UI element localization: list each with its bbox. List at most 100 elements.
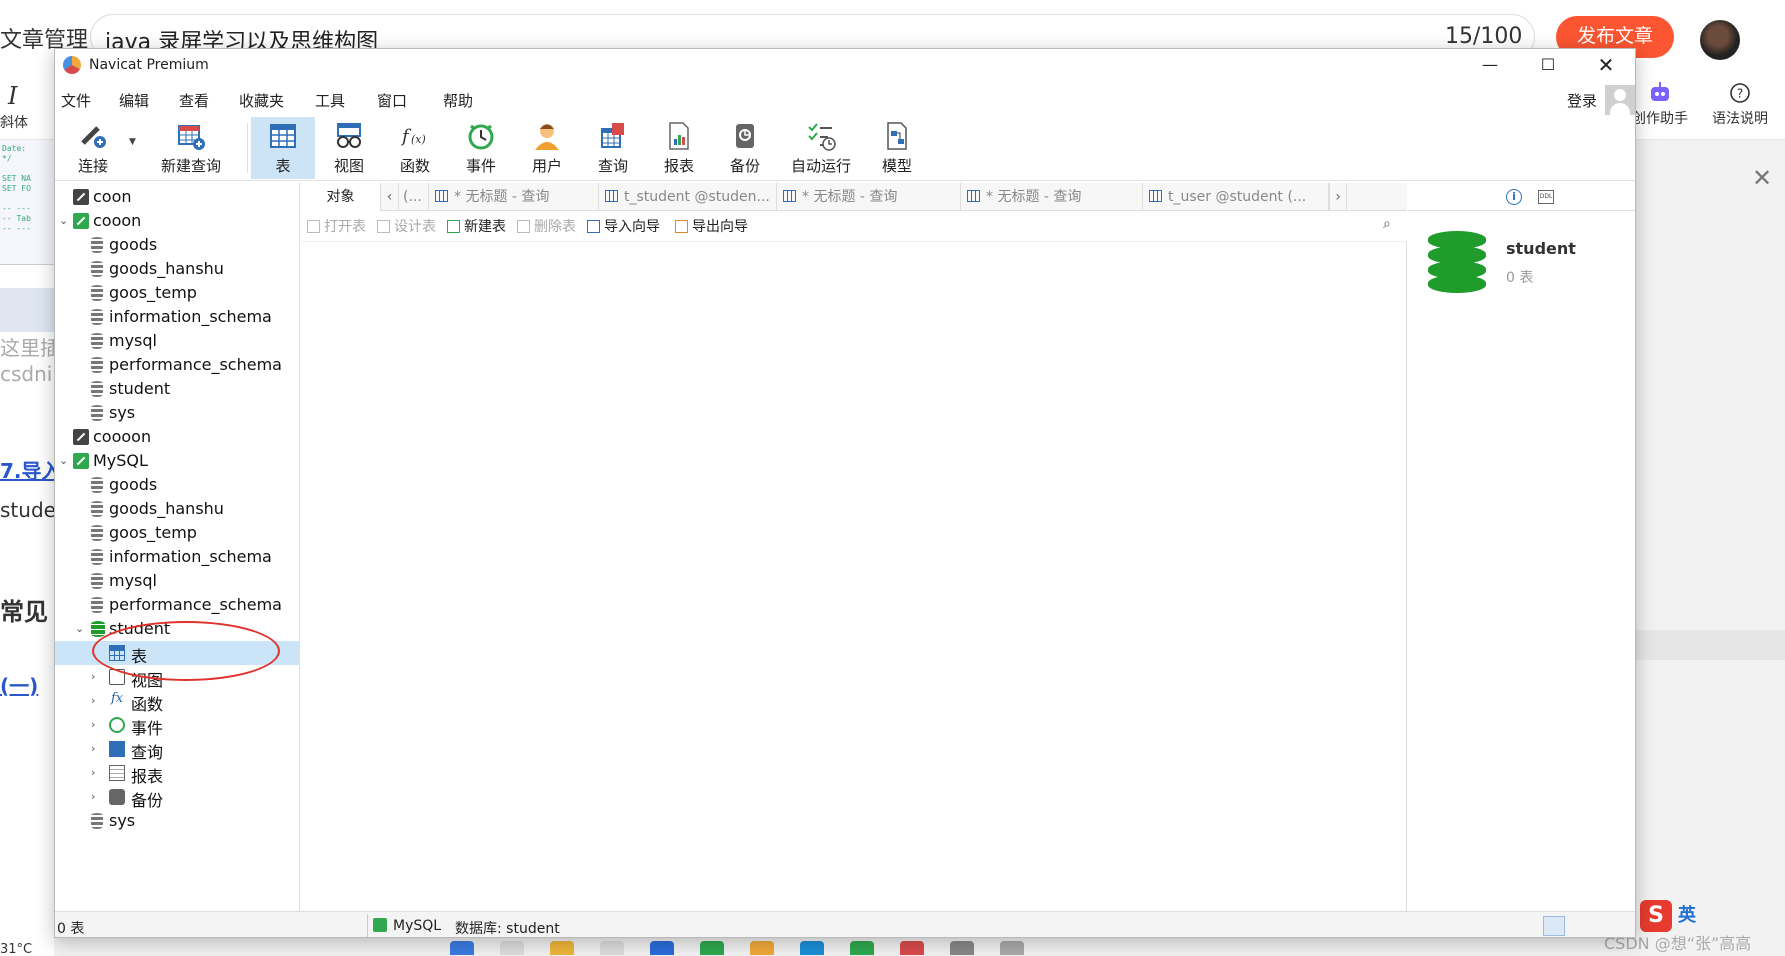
grid-view-icon[interactable] (1543, 916, 1565, 936)
menu-edit[interactable]: 编辑 (119, 90, 149, 111)
tree-item-database[interactable]: goods_hanshu (55, 497, 300, 521)
chevron-left-icon[interactable]: ‹ (381, 183, 399, 211)
export-icon (675, 220, 688, 233)
functions-button[interactable]: f (x) 函数 (383, 117, 447, 179)
automation-button[interactable]: 自动运行 (779, 117, 863, 179)
tree-item-reports[interactable]: › 报表 (55, 761, 300, 786)
reports-button[interactable]: 报表 (647, 117, 711, 179)
tree-item-connection[interactable]: coon (55, 185, 300, 209)
ime-indicator[interactable]: S英 (1640, 900, 1696, 932)
user-avatar[interactable] (1700, 20, 1740, 60)
events-button[interactable]: 事件 (449, 117, 513, 179)
detail-view-icon[interactable] (1591, 916, 1613, 936)
chevron-right-icon[interactable]: › (91, 766, 101, 779)
search-icon[interactable]: ⌕ (1383, 216, 1391, 232)
database-icon (91, 333, 103, 349)
info-icon[interactable]: i (1506, 189, 1522, 205)
close-icon[interactable]: ✕ (1752, 164, 1772, 192)
status-connection: MySQL (393, 918, 442, 934)
users-button[interactable]: 用户 (515, 117, 579, 179)
queries-button[interactable]: 查询 (581, 117, 645, 179)
tree-item-database[interactable]: sys (55, 401, 300, 425)
tree-item-tables[interactable]: 表 (55, 641, 300, 666)
database-open-icon (91, 621, 105, 637)
connection-button[interactable]: 连接 (61, 117, 125, 179)
maximize-button[interactable]: ☐ (1519, 49, 1577, 81)
navicat-window: Navicat Premium — ☐ ✕ 文件 编辑 查看 收藏夹 工具 窗口… (54, 48, 1636, 938)
views-button[interactable]: 视图 (317, 117, 381, 179)
tree-item-database[interactable]: information_schema (55, 305, 300, 329)
connection-open-icon (73, 213, 89, 229)
tab-query[interactable]: * 无标题 - 查询 (429, 183, 599, 211)
title-bar[interactable]: Navicat Premium — ☐ ✕ (55, 49, 1635, 81)
tree-item-database[interactable]: goods_hanshu (55, 257, 300, 281)
menu-file[interactable]: 文件 (61, 90, 91, 111)
tree-item-events[interactable]: › 事件 (55, 713, 300, 738)
chevron-right-icon[interactable]: › (1329, 183, 1347, 211)
minimize-button[interactable]: — (1461, 49, 1519, 81)
writing-assistant-label: 创作助手 (1632, 111, 1688, 127)
chevron-right-icon[interactable]: › (91, 718, 101, 731)
new-table-button[interactable]: 新建表 (447, 216, 506, 236)
export-wizard-button[interactable]: 导出向导 (675, 216, 748, 236)
title-char-count: 15/100 (1445, 24, 1523, 49)
tree-item-database-student[interactable]: ⌄ student (55, 617, 300, 641)
tree-item-queries[interactable]: › 查询 (55, 737, 300, 762)
tables-button[interactable]: 表 (251, 117, 315, 179)
list-view-icon[interactable] (1567, 916, 1589, 936)
open-table-button[interactable]: 打开表 (307, 216, 366, 236)
tree-item-views[interactable]: › 视图 (55, 665, 300, 690)
tree-item-database[interactable]: performance_schema (55, 593, 300, 617)
design-table-button[interactable]: 设计表 (377, 216, 436, 236)
tree-item-functions[interactable]: › fx 函数 (55, 689, 300, 714)
tree-item-database[interactable]: student (55, 377, 300, 401)
new-query-button[interactable]: 新建查询 (139, 117, 243, 179)
backup-button[interactable]: 备份 (713, 117, 777, 179)
import-wizard-button[interactable]: 导入向导 (587, 216, 660, 236)
tab-query[interactable]: * 无标题 - 查询 (777, 183, 961, 211)
tree-item-database[interactable]: mysql (55, 329, 300, 353)
connection-dropdown-icon[interactable]: ▼ (129, 137, 136, 147)
chevron-down-icon[interactable]: ⌄ (75, 622, 85, 635)
tab-table[interactable]: t_student @studen... (599, 183, 777, 211)
chevron-right-icon[interactable]: › (91, 742, 101, 755)
tree-item-database[interactable]: goos_temp (55, 521, 300, 545)
login-link[interactable]: 登录 (1567, 90, 1597, 111)
tab-truncated[interactable]: (... (399, 183, 429, 211)
tab-objects[interactable]: 对象 (301, 183, 381, 211)
chevron-right-icon[interactable]: › (91, 670, 101, 683)
tree-item-database[interactable]: performance_schema (55, 353, 300, 377)
window-close-button[interactable]: ✕ (1577, 49, 1635, 81)
tree-item-database[interactable]: mysql (55, 569, 300, 593)
italic-icon[interactable]: I (8, 82, 17, 110)
delete-table-button[interactable]: 删除表 (517, 216, 576, 236)
writing-assistant-button[interactable]: 创作助手 (1632, 82, 1688, 128)
tab-table[interactable]: t_user @student (... (1143, 183, 1329, 211)
tree-item-database[interactable]: goos_temp (55, 281, 300, 305)
menu-help[interactable]: 帮助 (443, 90, 473, 111)
menu-favorites[interactable]: 收藏夹 (239, 90, 284, 111)
chevron-right-icon[interactable]: › (91, 694, 101, 707)
tree-item-connection[interactable]: coooon (55, 425, 300, 449)
chevron-down-icon[interactable]: ⌄ (59, 214, 69, 227)
query-tab-icon (967, 190, 980, 202)
tree-item-connection[interactable]: ⌄ MySQL (55, 449, 300, 473)
ddl-icon[interactable]: DDL (1538, 190, 1554, 204)
tree-item-connection[interactable]: ⌄ cooon (55, 209, 300, 233)
login-avatar-icon[interactable] (1605, 85, 1635, 115)
tree-item-database[interactable]: sys (55, 809, 300, 833)
chevron-right-icon[interactable]: › (91, 790, 101, 803)
chevron-down-icon[interactable]: ⌄ (59, 454, 69, 467)
object-list-area[interactable] (301, 241, 1407, 911)
tree-item-database[interactable]: information_schema (55, 545, 300, 569)
tree-item-backups[interactable]: › 备份 (55, 785, 300, 810)
connection-open-icon (73, 453, 89, 469)
menu-tools[interactable]: 工具 (315, 90, 345, 111)
menu-window[interactable]: 窗口 (377, 90, 407, 111)
tab-query[interactable]: * 无标题 - 查询 (961, 183, 1143, 211)
syntax-help-button[interactable]: ? 语法说明 (1712, 82, 1768, 128)
model-button[interactable]: 模型 (865, 117, 929, 179)
tree-item-database[interactable]: goods (55, 233, 300, 257)
menu-view[interactable]: 查看 (179, 90, 209, 111)
tree-item-database[interactable]: goods (55, 473, 300, 497)
